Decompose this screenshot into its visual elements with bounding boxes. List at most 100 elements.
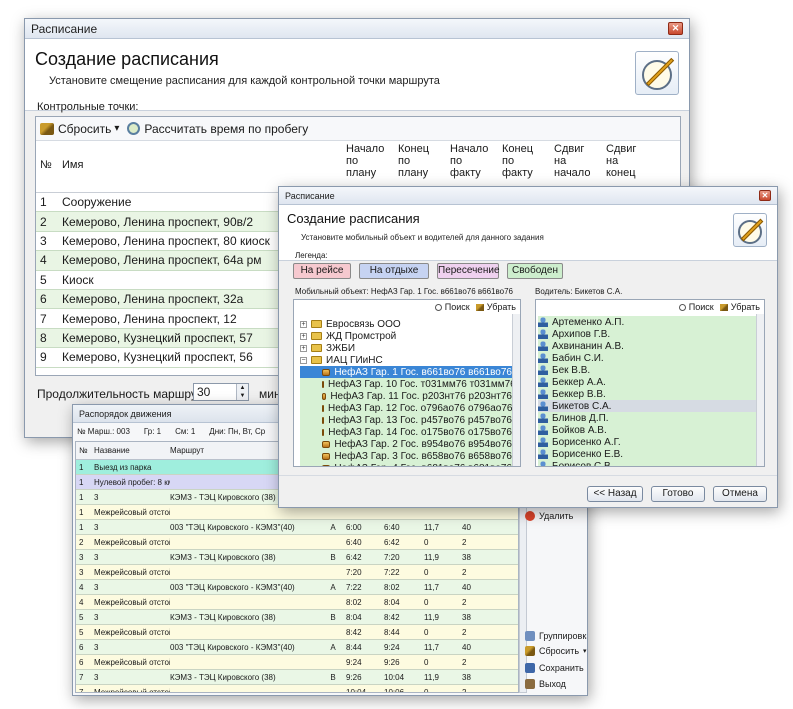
chevron-down-icon[interactable]: ▾ bbox=[114, 123, 119, 134]
drivers-remove-button[interactable]: Убрать bbox=[731, 302, 760, 312]
expand-icon[interactable]: + bbox=[300, 332, 307, 340]
close-icon[interactable]: ✕ bbox=[668, 22, 683, 35]
schedule-row[interactable]: 6 3 003 "ТЭЦ Кировского - КЭМЗ"(40) A 8:44 9:… bbox=[76, 640, 518, 655]
done-button[interactable]: Готово bbox=[651, 486, 705, 502]
schedule-row[interactable]: 2 Межрейсовый отстой 6:40 6:42 0 2 bbox=[76, 535, 518, 550]
route-number: № Марш.: 003 bbox=[77, 427, 130, 436]
bus-icon bbox=[322, 368, 331, 376]
expand-icon[interactable]: + bbox=[300, 344, 307, 352]
schedule-row[interactable]: 7 3 КЭМЗ - ТЭЦ Кировского (38) B 9:26 10:04 11… bbox=[76, 670, 518, 685]
schedule-min: 2 bbox=[462, 537, 467, 547]
schedule-start: 8:42 bbox=[346, 627, 362, 637]
schedule-number: 6 bbox=[79, 657, 84, 667]
expand-icon[interactable]: − bbox=[300, 356, 307, 364]
schedule-row[interactable]: 5 3 КЭМЗ - ТЭЦ Кировского (38) B 8:04 8:42 11,… bbox=[76, 610, 518, 625]
exit-button[interactable]: Выход bbox=[525, 679, 566, 689]
schedule-row[interactable]: 6 Межрейсовый отстой 9:24 9:26 0 2 bbox=[76, 655, 518, 670]
row-number: 6 bbox=[40, 292, 47, 307]
tree-folder[interactable]: + ЖД Промстрой bbox=[300, 330, 520, 342]
window-titlebar[interactable]: Расписание ✕ bbox=[25, 19, 689, 39]
tree-vehicle[interactable]: НефАЗ Гар. 11 Гос. р203нт76 р203нт76 bbox=[300, 390, 512, 402]
driver-item[interactable]: Беккер В.В. bbox=[538, 388, 756, 400]
schedule-row[interactable]: 7 Межрейсовый отстой 10:04 10:06 0 2 bbox=[76, 685, 518, 693]
close-icon[interactable]: ✕ bbox=[759, 190, 771, 201]
schedule-row[interactable]: 4 3 003 "ТЭЦ Кировского - КЭМЗ"(40) A 7:22 8:… bbox=[76, 580, 518, 595]
tree-vehicle[interactable]: НефАЗ Гар. 14 Гос. о175во76 о175во76 bbox=[300, 426, 512, 438]
driver-item[interactable]: Борисенко Е.В. bbox=[538, 448, 756, 460]
driver-item[interactable]: Архипов Г.В. bbox=[538, 328, 756, 340]
schedule-name: Межрейсовый отстой bbox=[94, 687, 170, 693]
driver-item[interactable]: Бабин С.И. bbox=[538, 352, 756, 364]
reset-side-button[interactable]: Сбросить ▾ bbox=[525, 646, 587, 656]
vehicles-remove-button[interactable]: Убрать bbox=[487, 302, 516, 312]
driver-item[interactable]: Борисов С.В. bbox=[538, 460, 756, 466]
tree-folder[interactable]: − ИАЦ ГИиНС bbox=[300, 354, 520, 366]
calc-time-button[interactable]: Рассчитать время по пробегу bbox=[144, 122, 308, 136]
driver-item[interactable]: Бек В.В. bbox=[538, 364, 756, 376]
schedule-end: 8:42 bbox=[384, 612, 400, 622]
driver-item[interactable]: Блинов Д.П. bbox=[538, 412, 756, 424]
save-button[interactable]: Сохранить bbox=[525, 663, 584, 673]
expand-icon[interactable]: + bbox=[300, 320, 307, 328]
schedule-row[interactable]: 5 Межрейсовый отстой 8:42 8:44 0 2 bbox=[76, 625, 518, 640]
row-number: 2 bbox=[40, 214, 47, 229]
legend-item: На отдыхе bbox=[359, 263, 429, 279]
col-header-plan-end[interactable]: Конец по плану bbox=[394, 141, 446, 192]
back-button[interactable]: << Назад bbox=[587, 486, 643, 502]
vehicles-search-button[interactable]: Поиск bbox=[445, 302, 470, 312]
tree-vehicle[interactable]: НефАЗ Гар. 12 Гос. о796ао76 о796ао76 bbox=[300, 402, 512, 414]
schedule-start: 6:00 bbox=[346, 522, 362, 532]
schedule-min: 2 bbox=[462, 687, 467, 693]
tree-vehicle[interactable]: НефАЗ Гар. 13 Гос. р457во76 р457во76 bbox=[300, 414, 512, 426]
tree-folder[interactable]: + Евросвязь ООО bbox=[300, 318, 520, 330]
schedule-number: 1 bbox=[79, 507, 84, 517]
vehicles-scrollbar[interactable] bbox=[512, 314, 520, 466]
schedule-row[interactable]: 1 3 003 "ТЭЦ Кировского - КЭМЗ"(40) A 6:00 6:… bbox=[76, 520, 518, 535]
delete-button[interactable]: Удалить bbox=[525, 511, 573, 521]
mobile-object-label: Мобильный объект: НефАЗ Гар. 1 Гос. в661… bbox=[295, 287, 513, 296]
col-header-number[interactable]: № bbox=[36, 141, 58, 192]
chevron-down-icon[interactable]: ▾ bbox=[583, 647, 587, 655]
col-header-name[interactable]: Имя bbox=[58, 141, 342, 192]
tree-vehicle[interactable]: НефАЗ Гар. 2 Гос. в954во76 в954во76 bbox=[300, 438, 512, 450]
reset-button[interactable]: Сбросить bbox=[58, 122, 111, 136]
driver-item[interactable]: Ахвинанин А.В. bbox=[538, 340, 756, 352]
bus-icon bbox=[322, 416, 325, 424]
grouping-button[interactable]: Группировка bbox=[525, 631, 587, 641]
schedule-route: КЭМЗ - ТЭЦ Кировского (38) bbox=[170, 672, 276, 682]
schedule-end: 9:24 bbox=[384, 642, 400, 652]
tree-folder[interactable]: + ЗЖБИ bbox=[300, 342, 520, 354]
vehicles-tree: + Евросвязь ООО + ЖД Промстрой + ЗЖБИ − ИАЦ ГИи… bbox=[294, 314, 520, 466]
header-number[interactable]: № bbox=[76, 446, 94, 455]
assign-titlebar[interactable]: Расписание ✕ bbox=[279, 187, 777, 205]
driver-item-selected[interactable]: Бикетов С.А. bbox=[538, 400, 756, 412]
tree-vehicle[interactable]: НефАЗ Гар. 4 Гос. в681во76 в681во76 bbox=[300, 462, 512, 466]
drivers-scrollbar[interactable] bbox=[756, 314, 764, 466]
col-header-shift-start[interactable]: Сдвиг на начало bbox=[550, 141, 602, 192]
drivers-search-button[interactable]: Поиск bbox=[689, 302, 714, 312]
driver-item[interactable]: Борисенко А.Г. bbox=[538, 436, 756, 448]
driver-item[interactable]: Артеменко А.П. bbox=[538, 316, 756, 328]
col-header-fact-start[interactable]: Начало по факту bbox=[446, 141, 498, 192]
exit-icon bbox=[525, 679, 535, 689]
schedule-row[interactable]: 4 Межрейсовый отстой 8:02 8:04 0 2 bbox=[76, 595, 518, 610]
cancel-button[interactable]: Отмена bbox=[713, 486, 767, 502]
header-name[interactable]: Название bbox=[94, 446, 170, 455]
col-header-plan-start[interactable]: Начало по плану bbox=[342, 141, 394, 192]
col-header-fact-end[interactable]: Конец по факту bbox=[498, 141, 550, 192]
person-icon bbox=[538, 401, 548, 411]
tree-vehicle[interactable]: НефАЗ Гар. 10 Гос. т031мм76 т031мм76 bbox=[300, 378, 516, 390]
tree-vehicle-label: НефАЗ Гар. 12 Гос. о796ао76 о796ао76 bbox=[328, 402, 513, 414]
schedule-row[interactable]: 3 3 КЭМЗ - ТЭЦ Кировского (38) B 6:42 7:20 11,… bbox=[76, 550, 518, 565]
schedule-name: Межрейсовый отстой bbox=[94, 537, 170, 547]
tree-vehicle-selected[interactable]: НефАЗ Гар. 1 Гос. в661во76 в661во76 bbox=[300, 366, 512, 378]
spinner-icon[interactable]: ▲ ▼ bbox=[236, 384, 248, 400]
driver-item[interactable]: Бойков А.В. bbox=[538, 424, 756, 436]
schedule-km: 0 bbox=[424, 597, 429, 607]
col-header-shift-end[interactable]: Сдвиг на конец bbox=[602, 141, 654, 192]
tree-vehicle[interactable]: НефАЗ Гар. 3 Гос. в658во76 в658во76 bbox=[300, 450, 512, 462]
schedule-row[interactable]: 3 Межрейсовый отстой 7:20 7:22 0 2 bbox=[76, 565, 518, 580]
tree-vehicle-label: НефАЗ Гар. 1 Гос. в661во76 в661во76 bbox=[334, 366, 512, 378]
duration-input[interactable]: 30 ▲ ▼ bbox=[193, 383, 249, 401]
driver-item[interactable]: Беккер А.А. bbox=[538, 376, 756, 388]
